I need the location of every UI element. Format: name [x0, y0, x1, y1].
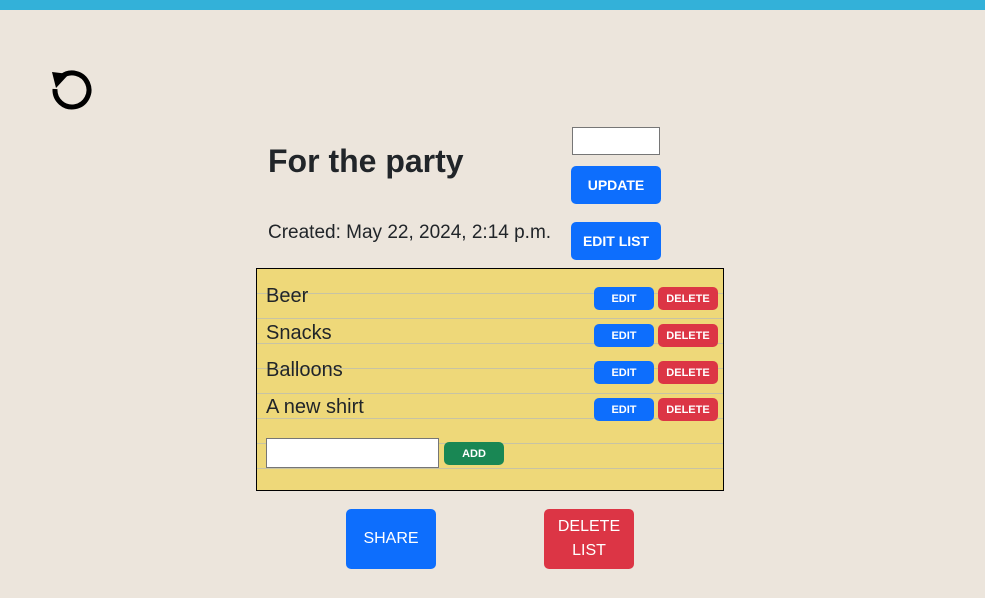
list-item: Beer EDIT DELETE	[257, 283, 723, 311]
item-label: Balloons	[266, 359, 343, 381]
delete-item-button[interactable]: DELETE	[658, 324, 718, 347]
edit-list-button[interactable]: EDIT LIST	[571, 222, 661, 260]
list-items-panel: Beer EDIT DELETE Snacks EDIT DELETE Ball…	[256, 268, 724, 491]
list-item: A new shirt EDIT DELETE	[257, 394, 723, 422]
item-label: A new shirt	[266, 396, 364, 418]
new-item-input[interactable]	[266, 438, 439, 468]
edit-item-button[interactable]: EDIT	[594, 361, 654, 384]
add-item-button[interactable]: ADD	[444, 442, 504, 465]
update-button[interactable]: UPDATE	[571, 166, 661, 204]
delete-item-button[interactable]: DELETE	[658, 398, 718, 421]
edit-item-button[interactable]: EDIT	[594, 287, 654, 310]
share-button[interactable]: SHARE	[346, 509, 436, 569]
created-timestamp: Created: May 22, 2024, 2:14 p.m.	[268, 222, 552, 243]
list-item: Balloons EDIT DELETE	[257, 357, 723, 385]
undo-icon[interactable]	[48, 66, 94, 110]
item-label: Beer	[266, 285, 309, 307]
delete-item-button[interactable]: DELETE	[658, 361, 718, 384]
list-item: Snacks EDIT DELETE	[257, 320, 723, 348]
list-title-input[interactable]	[572, 127, 660, 155]
delete-item-button[interactable]: DELETE	[658, 287, 718, 310]
edit-item-button[interactable]: EDIT	[594, 324, 654, 347]
item-label: Snacks	[266, 322, 332, 344]
delete-list-button[interactable]: DELETE LIST	[544, 509, 634, 569]
list-title: For the party	[268, 143, 464, 179]
edit-item-button[interactable]: EDIT	[594, 398, 654, 421]
top-accent-bar	[0, 0, 985, 10]
